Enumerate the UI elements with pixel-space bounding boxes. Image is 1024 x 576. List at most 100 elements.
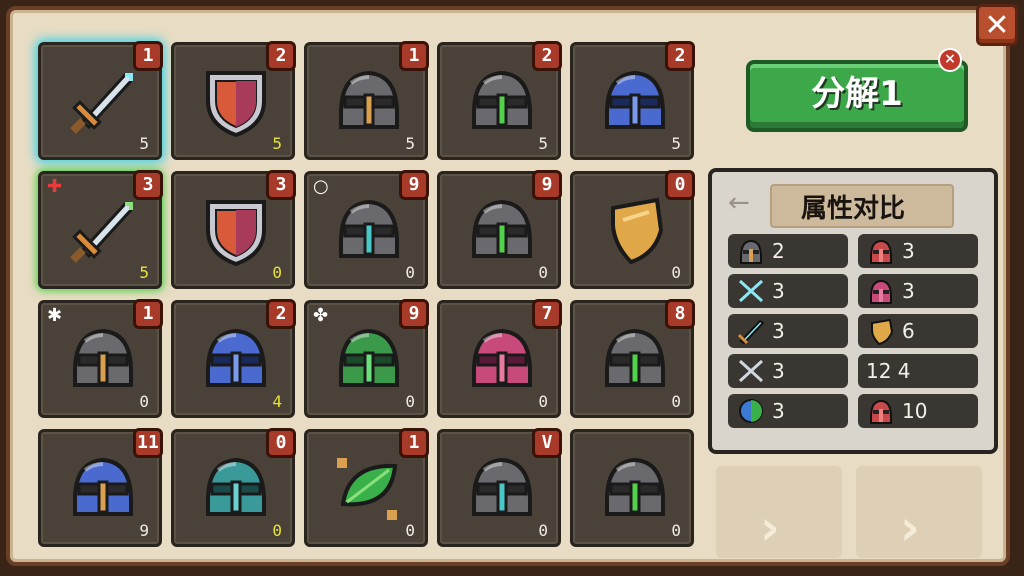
inventory-slot[interactable]: 25 (570, 41, 695, 160)
item-count: 0 (671, 263, 681, 282)
stat-value: 3 (772, 399, 785, 423)
level-badge: 2 (266, 299, 296, 329)
helmet-gray-gold-icon (329, 61, 409, 141)
item-count: 0 (405, 263, 415, 282)
status-mark-icon: ✚ (47, 176, 63, 197)
stat-row: 3 (858, 234, 978, 268)
stat-row: 3 (858, 274, 978, 308)
level-badge: 9 (399, 299, 429, 329)
inventory-slot[interactable]: 9 ✤ 0 (304, 299, 429, 418)
orb-blue-green-icon (736, 397, 766, 425)
inventory-slot[interactable]: 00 (570, 170, 695, 289)
inventory-slot[interactable]: 11 9 (38, 428, 163, 547)
level-badge: 8 (665, 299, 695, 329)
stat-value: 3 (902, 279, 915, 303)
shield-red-icon (196, 190, 276, 270)
status-mark-icon: ✱ (47, 305, 63, 326)
inventory-slot[interactable]: 9 ○ 0 (304, 170, 429, 289)
level-badge: 1 (399, 428, 429, 458)
leaf-green-icon (329, 448, 409, 528)
inventory-slot[interactable]: 00 (171, 428, 296, 547)
status-mark-icon: ○ (313, 176, 329, 197)
inventory-slot[interactable]: 30 (171, 170, 296, 289)
helmet-gray-icon (736, 237, 766, 265)
inventory-slot[interactable]: 0 (570, 429, 694, 547)
helmet-gray-teal-icon (329, 190, 409, 270)
shield-red-icon (196, 61, 276, 141)
stat-value: 3 (772, 279, 785, 303)
level-badge: 2 (665, 41, 695, 71)
decompose-button[interactable]: 分解1 (746, 60, 968, 132)
helmet-green-icon (329, 319, 409, 399)
item-count: 0 (405, 392, 415, 411)
shield-gold-icon (595, 190, 675, 270)
item-count: 5 (139, 134, 149, 153)
item-count: 5 (272, 134, 282, 153)
attribute-compare-panel: ← 属性对比 2 3 3 3 3 6 3 12 4 3 10 (708, 168, 998, 454)
sword-icon (736, 317, 766, 345)
level-badge: 9 (532, 170, 562, 200)
stat-row: 6 (858, 314, 978, 348)
inventory-grid: 15 25 15 25 25 3 ✚ 5 3 0 9 ○ 0 9 0 0 0 1… (38, 41, 695, 547)
helmet-pink-icon (462, 319, 542, 399)
shield-gold-icon (866, 317, 896, 346)
inventory-slot[interactable]: 80 (570, 299, 695, 418)
inventory-slot[interactable]: V0 (437, 428, 562, 547)
chevron-right-icon: › (900, 500, 920, 556)
helmet-blue-icon (595, 61, 675, 141)
inventory-slot[interactable]: 15 (38, 41, 163, 160)
inventory-slot[interactable]: 90 (437, 170, 562, 289)
level-badge: 9 (399, 170, 429, 200)
stat-value: 2 (772, 239, 785, 263)
helmet-pink-icon (866, 277, 896, 305)
level-badge: 2 (266, 41, 296, 71)
item-count: 0 (272, 263, 282, 282)
helmet-teal-icon (196, 448, 276, 528)
item-count: 0 (538, 392, 548, 411)
inventory-slot[interactable]: 24 (171, 299, 296, 418)
stat-value: 12 4 (866, 359, 911, 383)
inventory-slot[interactable]: 1 ✱ 0 (38, 299, 163, 418)
helmet-gray-green-icon (595, 448, 675, 528)
inventory-slot[interactable]: 15 (304, 41, 429, 160)
stat-value: 3 (772, 359, 785, 383)
inventory-slot[interactable]: 25 (437, 41, 562, 160)
stat-row: 2 (728, 234, 848, 268)
decompose-close-icon[interactable]: × (938, 48, 962, 72)
item-count: 0 (538, 521, 548, 540)
compare-title: 属性对比 (800, 194, 905, 224)
level-badge: V (532, 428, 562, 458)
stat-value: 10 (902, 399, 928, 423)
level-badge: 0 (665, 170, 695, 200)
item-count: 0 (405, 521, 415, 540)
item-count: 5 (139, 263, 149, 282)
stat-row: 10 (858, 394, 978, 428)
item-count: 0 (538, 263, 548, 282)
helmet-gray-green-icon (595, 319, 675, 399)
level-badge: 1 (133, 299, 163, 329)
item-count: 5 (671, 134, 681, 153)
item-count: 9 (139, 521, 149, 540)
crossed-arrows-icon (736, 357, 766, 385)
level-badge: 3 (266, 170, 296, 200)
helmet-blue-icon (196, 319, 276, 399)
helmet-gray-gold-icon (63, 319, 143, 399)
stat-row: 3 (728, 354, 848, 388)
level-badge: 2 (532, 41, 562, 71)
inventory-slot[interactable]: 10 (304, 428, 429, 547)
inventory-slot[interactable]: 25 (171, 41, 296, 160)
item-count: 0 (272, 521, 282, 540)
item-count: 0 (139, 392, 149, 411)
close-button[interactable]: ✕ (976, 4, 1018, 46)
item-count: 0 (671, 392, 681, 411)
helmet-red-icon (866, 237, 896, 265)
helmet-blue-gold-icon (63, 448, 143, 528)
inventory-slot[interactable]: 70 (437, 299, 562, 418)
item-count: 5 (538, 134, 548, 153)
inventory-slot[interactable]: 3 ✚ 5 (38, 170, 163, 289)
level-badge: 1 (399, 41, 429, 71)
sword-green-icon (63, 190, 143, 270)
status-mark-icon: ✤ (313, 305, 329, 326)
level-badge: 0 (266, 428, 296, 458)
stat-row: 12 4 (858, 354, 978, 388)
